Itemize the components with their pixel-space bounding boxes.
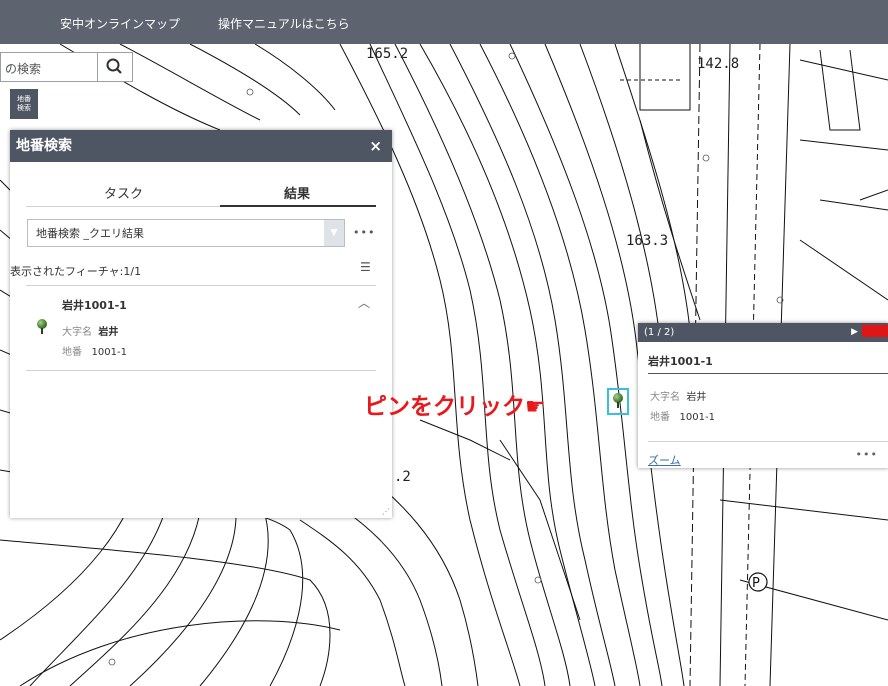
parcel-search-widget-button[interactable]: 地番 検索 xyxy=(10,89,38,119)
field-key: 大字名 xyxy=(62,327,92,338)
feature-popup: (1 / 2) ▶ 岩井1001-1 大字名 岩井 地番 1001-1 ズーム … xyxy=(638,323,888,468)
field-key: 地番 xyxy=(62,347,82,358)
popup-title: 岩井1001-1 xyxy=(648,355,713,368)
widget-label-line1: 地番 xyxy=(17,95,31,103)
field-key: 大字名 xyxy=(650,392,680,403)
map-pin-icon[interactable] xyxy=(613,393,623,408)
more-options-button[interactable]: ••• xyxy=(353,226,375,239)
panel-tabs: タスク 結果 xyxy=(26,178,376,207)
field-value: 岩井 xyxy=(98,327,119,338)
panel-title: 地番検索 xyxy=(16,138,72,154)
divider xyxy=(26,370,376,371)
field-value: 1001-1 xyxy=(679,412,715,423)
result-field-row: 大字名 岩井 xyxy=(62,323,118,338)
tab-task[interactable]: タスク xyxy=(104,183,143,202)
search-button[interactable] xyxy=(97,52,132,82)
divider xyxy=(26,285,376,286)
chevron-down-icon[interactable]: ▼ xyxy=(324,220,344,246)
close-icon[interactable]: × xyxy=(369,130,382,162)
elevation-label: 142.8 xyxy=(697,56,739,72)
popup-field-row: 大字名 岩井 xyxy=(650,388,706,403)
elevation-label: .2 xyxy=(394,469,411,485)
elevation-label: 165.2 xyxy=(366,46,408,62)
app-header: 安中オンラインマップ 操作マニュアルはこちら xyxy=(0,0,888,44)
widget-label-line2: 検索 xyxy=(17,104,31,112)
field-key: 地番 xyxy=(650,412,670,423)
search-icon xyxy=(106,58,122,74)
tab-results[interactable]: 結果 xyxy=(284,183,310,202)
popup-pager: (1 / 2) xyxy=(644,327,675,338)
popup-header: (1 / 2) ▶ xyxy=(638,323,888,342)
map-search: の検索 xyxy=(0,52,133,82)
result-set-value: 地番検索 _クエリ結果 xyxy=(36,227,144,240)
next-feature-button[interactable]: ▶ xyxy=(851,323,858,342)
feature-count: 表示されたフィーチャ:1/1 xyxy=(10,265,142,278)
pin-icon[interactable] xyxy=(37,319,47,334)
parcel-search-panel: 地番検索 × タスク 結果 地番検索 _クエリ結果 ▼ ••• 表示されたフィー… xyxy=(10,130,392,518)
divider xyxy=(648,373,888,374)
result-set-select[interactable]: 地番検索 _クエリ結果 ▼ xyxy=(27,219,345,247)
resize-handle[interactable]: ⋰ xyxy=(382,507,390,516)
app-title[interactable]: 安中オンラインマップ xyxy=(60,15,180,32)
active-tab-indicator xyxy=(220,205,376,207)
field-value: 岩井 xyxy=(686,392,707,403)
manual-link[interactable]: 操作マニュアルはこちら xyxy=(218,15,350,32)
field-value: 1001-1 xyxy=(91,347,127,358)
zoom-link[interactable]: ズーム xyxy=(648,452,681,468)
parking-symbol: P xyxy=(752,576,760,591)
chevron-up-icon[interactable]: ︿ xyxy=(358,294,370,311)
pointer-marker xyxy=(862,325,888,337)
panel-header: 地番検索 × xyxy=(10,130,392,162)
divider xyxy=(648,441,888,442)
elevation-label: 163.3 xyxy=(626,233,668,249)
popup-more-button[interactable]: ••• xyxy=(856,448,878,461)
sort-icon[interactable]: ☰ xyxy=(360,260,371,274)
search-input[interactable]: の検索 xyxy=(5,60,41,77)
popup-field-row: 地番 1001-1 xyxy=(650,408,715,423)
result-item-title[interactable]: 岩井1001-1 xyxy=(62,297,127,313)
instruction-callout: ピンをクリック☛ xyxy=(364,394,546,420)
result-field-row: 地番 1001-1 xyxy=(62,343,127,358)
